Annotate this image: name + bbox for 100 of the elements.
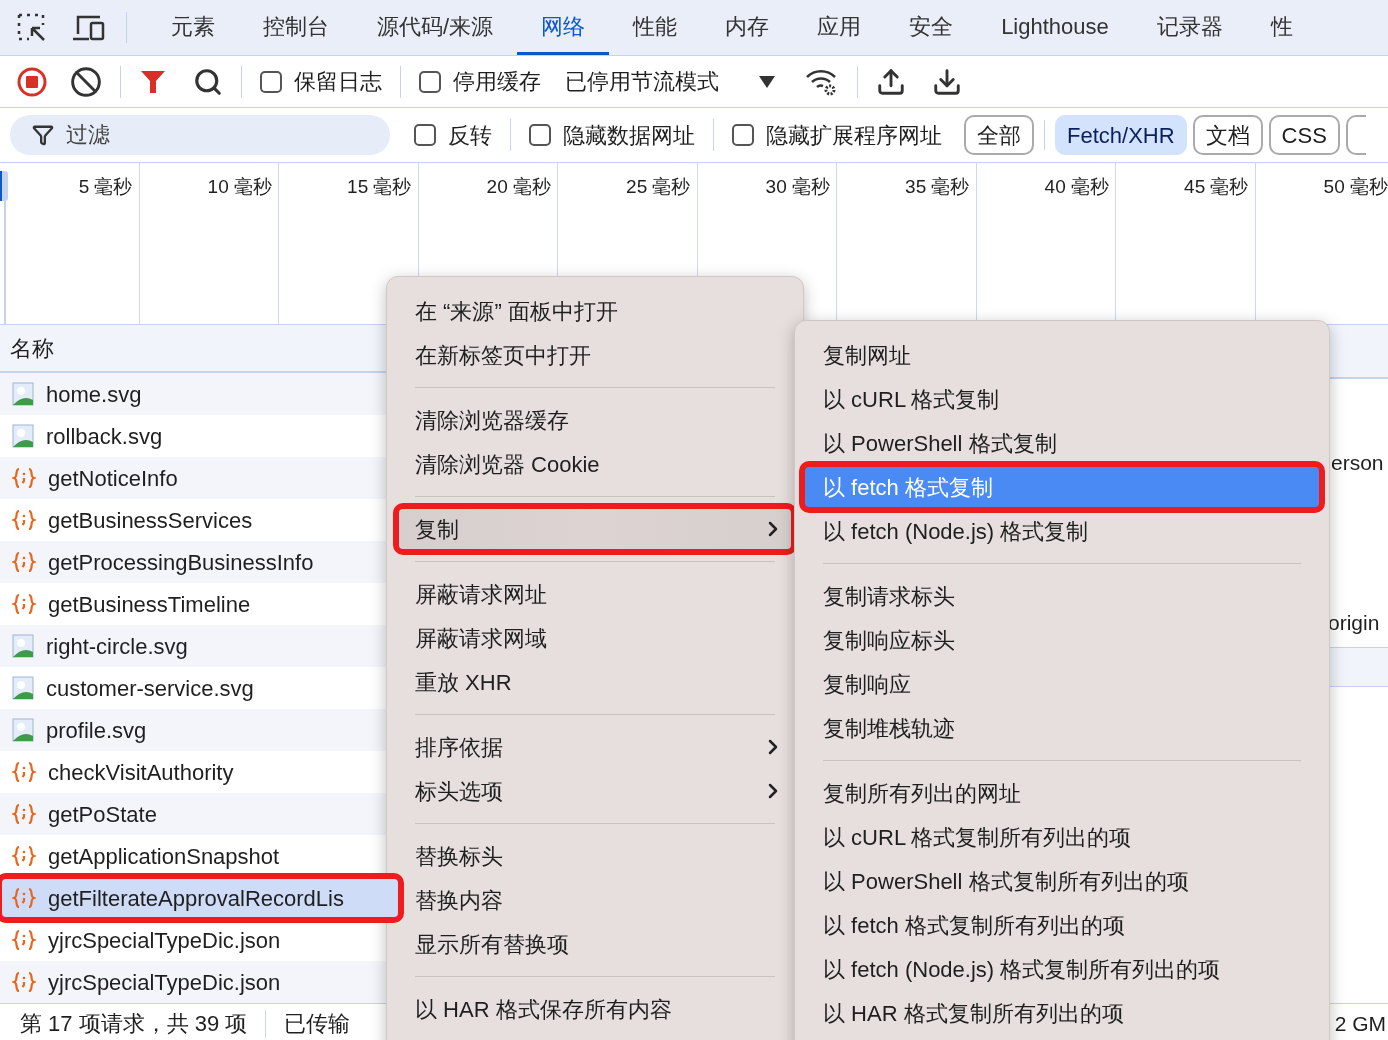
devtools-tab[interactable]: 元素	[147, 0, 239, 55]
request-name: home.svg	[46, 380, 142, 409]
braces-icon	[12, 760, 36, 784]
image-file-icon	[12, 676, 34, 700]
menu-item[interactable]: 以 PowerShell 格式复制	[803, 421, 1321, 465]
request-name: yjrcSpecialTypeDic.json	[48, 968, 281, 997]
timeline-tick-label: 25 毫秒	[626, 175, 691, 197]
status-text: 已传输	[284, 1010, 351, 1038]
devtools-tab[interactable]: Lighthouse	[977, 0, 1133, 55]
braces-icon	[12, 928, 36, 952]
checkbox[interactable]	[260, 70, 282, 93]
checkbox-label: 隐藏扩展程序网址	[766, 121, 942, 150]
devtools-tab[interactable]: 控制台	[239, 0, 353, 55]
request-name: customer-service.svg	[46, 674, 254, 703]
type-filter-button[interactable]: 全部	[964, 115, 1034, 155]
devtools-tab[interactable]: 性能	[609, 0, 702, 55]
menu-item[interactable]: 在 “来源” 面板中打开	[397, 289, 793, 333]
search-icon[interactable]	[193, 66, 223, 97]
menu-item[interactable]: 替换内容	[397, 878, 793, 922]
menu-item[interactable]: 显示所有替换项	[397, 922, 793, 966]
timeline-tick-label: 20 毫秒	[486, 175, 551, 197]
braces-icon	[12, 844, 36, 868]
braces-icon	[12, 592, 36, 616]
braces-icon	[12, 970, 36, 994]
image-file-icon	[12, 424, 34, 448]
dropdown-arrow-icon	[759, 75, 775, 88]
timeline-tick-label: 45 毫秒	[1184, 175, 1249, 197]
braces-icon	[12, 802, 36, 826]
menu-item[interactable]: 屏蔽请求网址	[397, 572, 793, 616]
upload-icon[interactable]	[876, 66, 906, 97]
braces-icon	[12, 550, 36, 574]
request-name: getNoticeInfo	[48, 464, 178, 493]
status-text: 第 17 项请求，共 39 项	[20, 1010, 248, 1038]
devtools-tab[interactable]: 源代码/来源	[353, 0, 518, 55]
braces-icon	[12, 466, 36, 490]
checkbox-label: 停用缓存	[453, 68, 541, 96]
checkbox[interactable]	[529, 124, 551, 146]
request-name: checkVisitAuthority	[48, 758, 234, 787]
request-name: getBusinessServices	[48, 506, 253, 535]
timeline-tick-label: 30 毫秒	[765, 175, 830, 197]
clear-icon[interactable]	[70, 65, 102, 98]
request-name: getApplicationSnapshot	[48, 842, 280, 871]
menu-item[interactable]: 替换标头	[397, 834, 793, 878]
request-name: getBusinessTimeline	[48, 590, 251, 619]
menu-item[interactable]: 清除浏览器 Cookie	[397, 442, 793, 486]
menu-item[interactable]: 以 cURL 格式复制	[803, 377, 1321, 421]
checkbox-label: 保留日志	[294, 68, 382, 96]
menu-item[interactable]: 在新标签页中打开	[397, 333, 793, 377]
timeline-tick-label: 35 毫秒	[905, 175, 970, 197]
image-file-icon	[12, 634, 34, 658]
image-file-icon	[12, 718, 34, 742]
menu-item[interactable]: 复制所有列出的网址	[803, 771, 1321, 815]
menu-item[interactable]: 屏蔽请求网域	[397, 616, 793, 660]
menu-item[interactable]: 以 HAR 格式保存所有内容	[397, 987, 793, 1031]
timeline-tick-label: 10 毫秒	[207, 175, 272, 197]
request-name: rollback.svg	[46, 422, 163, 451]
request-name: getProcessingBusinessInfo	[48, 548, 314, 577]
devtools-tab[interactable]: 性	[1246, 0, 1317, 55]
column-header[interactable]: 名称	[10, 331, 54, 365]
checkbox[interactable]	[419, 70, 441, 93]
devtools-tab[interactable]: 网络	[517, 0, 610, 55]
stop-recording-icon[interactable]	[16, 65, 48, 98]
timeline-handle[interactable]	[0, 171, 8, 201]
download-icon[interactable]	[932, 66, 962, 97]
timeline-tick-label: 50 毫秒	[1323, 175, 1388, 197]
request-name: getPoState	[48, 800, 157, 829]
type-filter-button[interactable]: Fetch/XHR	[1055, 115, 1187, 155]
menu-item[interactable]: 复制响应	[803, 662, 1321, 706]
filter-icon	[32, 124, 54, 146]
menu-item[interactable]: 以 PowerShell 格式复制所有列出的项	[803, 859, 1321, 903]
menu-item[interactable]: 复制请求标头	[803, 574, 1321, 618]
menu-item[interactable]: 排序依据	[397, 725, 793, 769]
menu-item[interactable]: 以 cURL 格式复制所有列出的项	[803, 815, 1321, 859]
menu-item[interactable]: 重放 XHR	[397, 660, 793, 704]
devtools-tab[interactable]: 记录器	[1132, 0, 1247, 55]
device-toolbar-icon[interactable]	[72, 13, 106, 42]
menu-item[interactable]: 复制堆栈轨迹	[803, 706, 1321, 750]
braces-icon	[12, 508, 36, 532]
menu-item[interactable]: 清除浏览器缓存	[397, 398, 793, 442]
devtools-tab[interactable]: 安全	[885, 0, 978, 55]
type-filter-button[interactable]: CSS	[1268, 115, 1340, 155]
type-filter-button[interactable]: 文档	[1192, 115, 1263, 155]
status-text: 2 GM	[1334, 1010, 1386, 1037]
throttling-dropdown[interactable]: 已停用节流模式	[565, 65, 775, 98]
filter-field[interactable]: 过滤	[10, 115, 390, 155]
request-name: right-circle.svg	[46, 632, 188, 661]
devtools-tab[interactable]: 内存	[701, 0, 794, 55]
menu-item[interactable]: 以 fetch (Node.js) 格式复制所有列出的项	[803, 947, 1321, 991]
timeline-tick-label: 40 毫秒	[1044, 175, 1109, 197]
menu-item[interactable]: 标头选项	[397, 769, 793, 813]
menu-item[interactable]: 复制网址	[803, 333, 1321, 377]
menu-item[interactable]: 以 fetch 格式复制所有列出的项	[803, 903, 1321, 947]
checkbox[interactable]	[732, 124, 754, 146]
menu-item[interactable]: 以 HAR 格式复制所有列出的项	[803, 991, 1321, 1035]
checkbox[interactable]	[414, 124, 436, 146]
menu-item[interactable]: 以 fetch (Node.js) 格式复制	[803, 509, 1321, 553]
timeline-tick-label: 5 毫秒	[78, 175, 133, 197]
menu-item[interactable]: 复制响应标头	[803, 618, 1321, 662]
devtools-tab[interactable]: 应用	[793, 0, 886, 55]
image-file-icon	[12, 382, 34, 406]
